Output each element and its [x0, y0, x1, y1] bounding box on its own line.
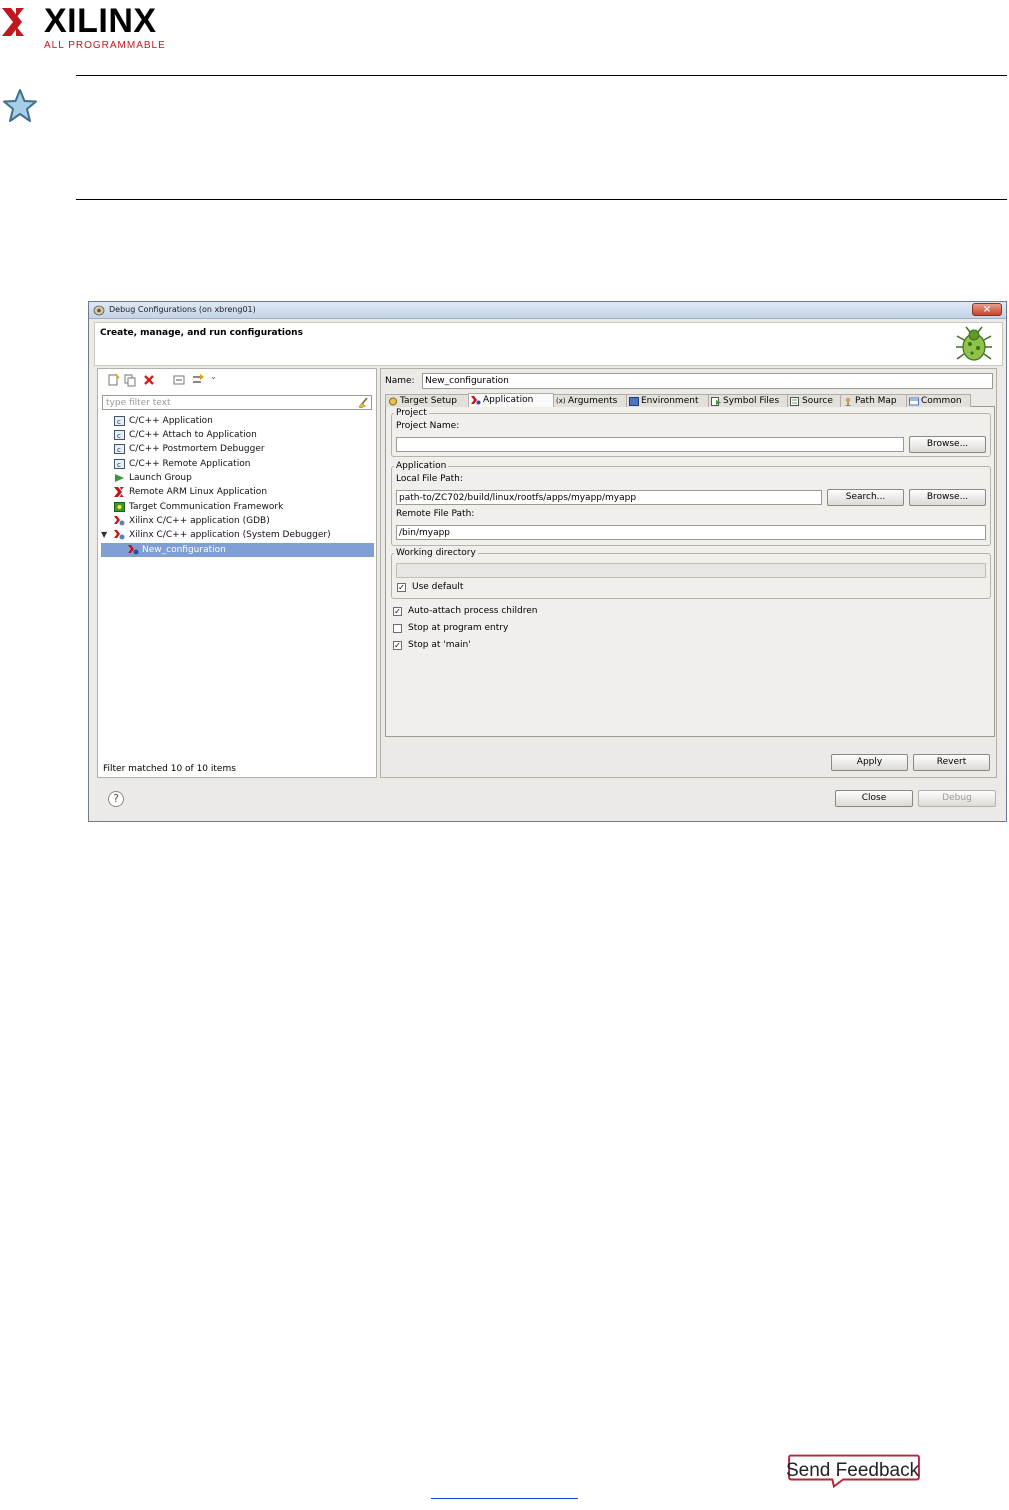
tab-application[interactable]: Application: [468, 393, 554, 407]
project-browse-button[interactable]: Browse...: [909, 436, 986, 453]
filter-placeholder: type filter text: [106, 398, 171, 408]
application-group: Application Local File Path: path-to/ZC7…: [391, 461, 991, 546]
xilinx-gdb-icon: [114, 516, 125, 526]
dialog-title: Debug Configurations (on xbreng01): [109, 305, 256, 314]
bottom-rule: [76, 199, 1007, 200]
filter-input[interactable]: type filter text: [102, 395, 372, 410]
send-feedback-link[interactable]: Send Feedback: [786, 1460, 919, 1482]
common-icon: [909, 397, 919, 406]
tree-item-new-configuration[interactable]: New_configuration: [101, 543, 374, 557]
tcf-icon: [114, 502, 125, 512]
help-icon[interactable]: ?: [108, 791, 124, 807]
svg-text:c: c: [117, 446, 121, 454]
clear-filter-icon[interactable]: [358, 397, 369, 408]
configuration-tree-pane: ⌄ type filter text c C/C++ Application c…: [97, 368, 377, 778]
tree-expand-chevron-icon[interactable]: ▼: [101, 530, 107, 539]
path-map-icon: [845, 397, 851, 406]
project-name-input[interactable]: [396, 437, 904, 452]
local-path-input[interactable]: path-to/ZC702/build/linux/rootfs/apps/my…: [396, 490, 822, 505]
config-icon: [128, 545, 139, 555]
delete-config-icon[interactable]: [142, 373, 156, 387]
tab-common[interactable]: Common: [906, 394, 971, 407]
tab-environment[interactable]: Environment: [626, 394, 709, 407]
local-path-browse-button[interactable]: Browse...: [909, 489, 986, 506]
svg-text:c: c: [117, 461, 121, 469]
debug-configurations-dialog: Debug Configurations (on xbreng01) × Cre…: [88, 301, 1007, 822]
remote-path-input[interactable]: /bin/myapp: [396, 525, 986, 540]
xilinx-logo-icon: [2, 8, 24, 36]
c-app-icon: c: [114, 459, 125, 469]
arguments-icon: (x): [556, 397, 566, 405]
brand-tagline: ALL PROGRAMMABLE: [44, 40, 166, 51]
debug-button[interactable]: Debug: [918, 790, 996, 807]
tab-path-map[interactable]: Path Map: [840, 394, 907, 407]
footer-underline-link[interactable]: [431, 1498, 578, 1499]
tab-target-setup[interactable]: Target Setup: [385, 394, 469, 407]
symbol-files-icon: [711, 397, 721, 406]
config-tabs: Target Setup Application (x) Arguments E…: [385, 393, 995, 407]
project-name-label: Project Name:: [396, 421, 460, 431]
banner-title: Create, manage, and run configurations: [100, 328, 303, 338]
xilinx-icon: [114, 487, 124, 497]
application-tab-icon: [471, 396, 481, 405]
filter-menu-chevron-icon[interactable]: ⌄: [210, 372, 224, 386]
window-close-button[interactable]: ×: [972, 303, 1002, 316]
target-setup-icon: [389, 397, 397, 406]
dialog-banner: Create, manage, and run configurations: [94, 322, 1003, 366]
auto-attach-box[interactable]: ✓: [393, 607, 402, 616]
dialog-titlebar: Debug Configurations (on xbreng01) ×: [89, 302, 1006, 319]
project-group: Project Project Name: Browse...: [391, 408, 991, 457]
tab-arguments[interactable]: (x) Arguments: [553, 394, 627, 407]
launch-group-icon: [115, 474, 124, 482]
application-tab-content: Project Project Name: Browse... Applicat…: [385, 407, 995, 737]
filter-config-icon[interactable]: [191, 373, 205, 387]
working-directory-group: Working directory ✓ Use default: [391, 548, 991, 599]
revert-button[interactable]: Revert: [913, 754, 990, 771]
c-app-icon: c: [114, 430, 125, 440]
local-path-label: Local File Path:: [396, 474, 463, 484]
bug-icon: [956, 326, 992, 361]
svg-text:c: c: [117, 432, 121, 440]
top-rule: [76, 75, 1007, 76]
c-app-icon: c: [114, 416, 125, 426]
brand-name: XILINX: [44, 2, 157, 40]
apply-button[interactable]: Apply: [831, 754, 908, 771]
stop-at-main-box[interactable]: ✓: [393, 641, 402, 650]
working-directory-input: [396, 563, 986, 578]
close-button[interactable]: Close: [835, 790, 913, 807]
tab-symbol-files[interactable]: Symbol Files: [708, 394, 788, 407]
source-icon: [790, 397, 799, 406]
c-app-icon: c: [114, 444, 125, 454]
duplicate-config-icon[interactable]: [123, 373, 137, 387]
eclipse-app-icon: [93, 305, 105, 316]
configuration-editor-pane: Name: New_configuration Target Setup App…: [380, 368, 997, 778]
collapse-all-icon[interactable]: [172, 373, 186, 387]
new-config-icon[interactable]: [106, 373, 120, 387]
stop-at-entry-box[interactable]: [393, 624, 402, 633]
remote-path-label: Remote File Path:: [396, 509, 475, 519]
environment-icon: [629, 397, 639, 406]
name-label: Name:: [385, 376, 415, 386]
use-default-box[interactable]: ✓: [397, 583, 406, 592]
svg-text:c: c: [117, 418, 121, 426]
xilinx-logo: XILINX ALL PROGRAMMABLE: [0, 0, 180, 56]
xilinx-gdb-icon: [114, 530, 125, 540]
filter-status: Filter matched 10 of 10 items: [103, 764, 236, 774]
local-path-search-button[interactable]: Search...: [827, 489, 904, 506]
star-icon: [3, 89, 37, 122]
tab-source[interactable]: Source: [787, 394, 841, 407]
name-input[interactable]: New_configuration: [422, 373, 993, 389]
